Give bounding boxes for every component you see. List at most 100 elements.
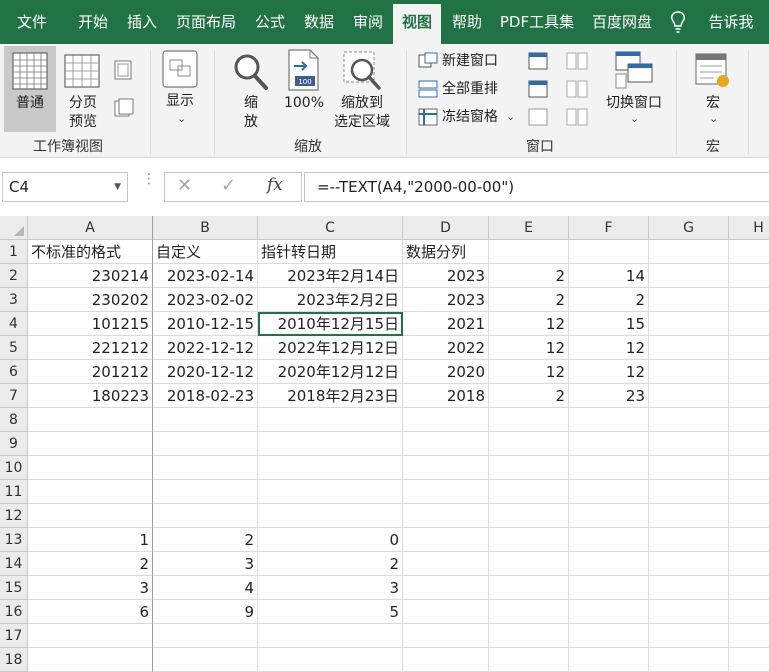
- cell-a8[interactable]: [28, 408, 153, 432]
- cell-h10[interactable]: [729, 456, 769, 480]
- cell-g8[interactable]: [649, 408, 729, 432]
- cell-h18[interactable]: [729, 648, 769, 672]
- zoom-100-icon[interactable]: 100: [286, 48, 322, 92]
- cell-h6[interactable]: [729, 360, 769, 384]
- cell-f16[interactable]: [569, 600, 649, 624]
- column-header-e[interactable]: E: [489, 216, 569, 240]
- cell-d7[interactable]: 2018: [403, 384, 489, 408]
- cell-b13[interactable]: 2: [153, 528, 258, 552]
- cell-f9[interactable]: [569, 432, 649, 456]
- cell-g10[interactable]: [649, 456, 729, 480]
- column-header-h[interactable]: H: [729, 216, 769, 240]
- cell-a9[interactable]: [28, 432, 153, 456]
- cell-c6[interactable]: 2020年12月12日: [258, 360, 403, 384]
- cell-g4[interactable]: [649, 312, 729, 336]
- row-header-15[interactable]: 15: [0, 576, 28, 600]
- cell-g16[interactable]: [649, 600, 729, 624]
- cell-d16[interactable]: [403, 600, 489, 624]
- cell-c10[interactable]: [258, 456, 403, 480]
- cell-b11[interactable]: [153, 480, 258, 504]
- cell-d17[interactable]: [403, 624, 489, 648]
- cell-d10[interactable]: [403, 456, 489, 480]
- cell-d12[interactable]: [403, 504, 489, 528]
- cell-f12[interactable]: [569, 504, 649, 528]
- cell-h15[interactable]: [729, 576, 769, 600]
- tell-me-search[interactable]: 告诉我: [696, 4, 766, 44]
- cell-b17[interactable]: [153, 624, 258, 648]
- cell-g15[interactable]: [649, 576, 729, 600]
- row-header-16[interactable]: 16: [0, 600, 28, 624]
- macros-chevron[interactable]: ⌄: [709, 112, 718, 125]
- cell-f6[interactable]: 12: [569, 360, 649, 384]
- cell-f18[interactable]: [569, 648, 649, 672]
- cell-d4[interactable]: 2021: [403, 312, 489, 336]
- tab-pdf-tools[interactable]: PDF工具集: [494, 4, 580, 44]
- synchronous-scrolling-icon[interactable]: [566, 80, 588, 98]
- cell-e6[interactable]: 12: [489, 360, 569, 384]
- cell-g13[interactable]: [649, 528, 729, 552]
- cell-b4[interactable]: 2010-12-15: [153, 312, 258, 336]
- cell-e16[interactable]: [489, 600, 569, 624]
- column-header-a[interactable]: A: [28, 216, 153, 240]
- resize-handle-icon[interactable]: ⋮: [142, 172, 156, 186]
- tab-view[interactable]: 视图: [393, 4, 441, 44]
- cell-a1[interactable]: 不标准的格式: [28, 240, 153, 264]
- cell-b9[interactable]: [153, 432, 258, 456]
- row-header-3[interactable]: 3: [0, 288, 28, 312]
- cell-f1[interactable]: [569, 240, 649, 264]
- cell-d8[interactable]: [403, 408, 489, 432]
- cell-g3[interactable]: [649, 288, 729, 312]
- cell-h4[interactable]: [729, 312, 769, 336]
- name-box-dropdown-icon[interactable]: ▼: [114, 173, 121, 201]
- cell-h5[interactable]: [729, 336, 769, 360]
- tab-data[interactable]: 数据: [296, 4, 342, 44]
- cell-d5[interactable]: 2022: [403, 336, 489, 360]
- cell-f4[interactable]: 15: [569, 312, 649, 336]
- cell-g11[interactable]: [649, 480, 729, 504]
- cell-h17[interactable]: [729, 624, 769, 648]
- cell-h3[interactable]: [729, 288, 769, 312]
- cell-h8[interactable]: [729, 408, 769, 432]
- cell-f15[interactable]: [569, 576, 649, 600]
- cell-g6[interactable]: [649, 360, 729, 384]
- cell-e11[interactable]: [489, 480, 569, 504]
- tab-baidu-netdisk[interactable]: 百度网盘: [584, 4, 660, 44]
- row-header-4[interactable]: 4: [0, 312, 28, 336]
- page-layout-icon[interactable]: [114, 60, 132, 80]
- cell-b14[interactable]: 3: [153, 552, 258, 576]
- cell-h9[interactable]: [729, 432, 769, 456]
- cell-b1[interactable]: 自定义: [153, 240, 258, 264]
- cell-d9[interactable]: [403, 432, 489, 456]
- freeze-panes-button[interactable]: 冻结窗格: [442, 108, 498, 127]
- view-side-by-side-icon[interactable]: [566, 52, 588, 70]
- cell-f8[interactable]: [569, 408, 649, 432]
- cell-b7[interactable]: 2018-02-23: [153, 384, 258, 408]
- cell-d3[interactable]: 2023: [403, 288, 489, 312]
- name-box[interactable]: C4 ▼: [2, 172, 128, 202]
- zoom-to-selection-icon[interactable]: [342, 50, 382, 92]
- cell-f2[interactable]: 14: [569, 264, 649, 288]
- cell-c12[interactable]: [258, 504, 403, 528]
- cell-b10[interactable]: [153, 456, 258, 480]
- cancel-icon[interactable]: ✕: [177, 175, 192, 196]
- column-header-b[interactable]: B: [153, 216, 258, 240]
- cell-a18[interactable]: [28, 648, 153, 672]
- hide-icon[interactable]: [528, 80, 548, 98]
- cell-b18[interactable]: [153, 648, 258, 672]
- cell-e10[interactable]: [489, 456, 569, 480]
- cell-g5[interactable]: [649, 336, 729, 360]
- cell-f5[interactable]: 12: [569, 336, 649, 360]
- arrange-all-button[interactable]: 全部重排: [442, 80, 498, 99]
- cell-c1[interactable]: 指针转日期: [258, 240, 403, 264]
- row-header-11[interactable]: 11: [0, 480, 28, 504]
- cell-d14[interactable]: [403, 552, 489, 576]
- cell-f10[interactable]: [569, 456, 649, 480]
- show-dropdown-chevron[interactable]: ⌄: [177, 112, 186, 125]
- cell-a4[interactable]: 101215: [28, 312, 153, 336]
- cell-c16[interactable]: 5: [258, 600, 403, 624]
- cell-e7[interactable]: 2: [489, 384, 569, 408]
- tab-help[interactable]: 帮助: [444, 4, 490, 44]
- cell-c9[interactable]: [258, 432, 403, 456]
- column-header-f[interactable]: F: [569, 216, 649, 240]
- cell-b3[interactable]: 2023-02-02: [153, 288, 258, 312]
